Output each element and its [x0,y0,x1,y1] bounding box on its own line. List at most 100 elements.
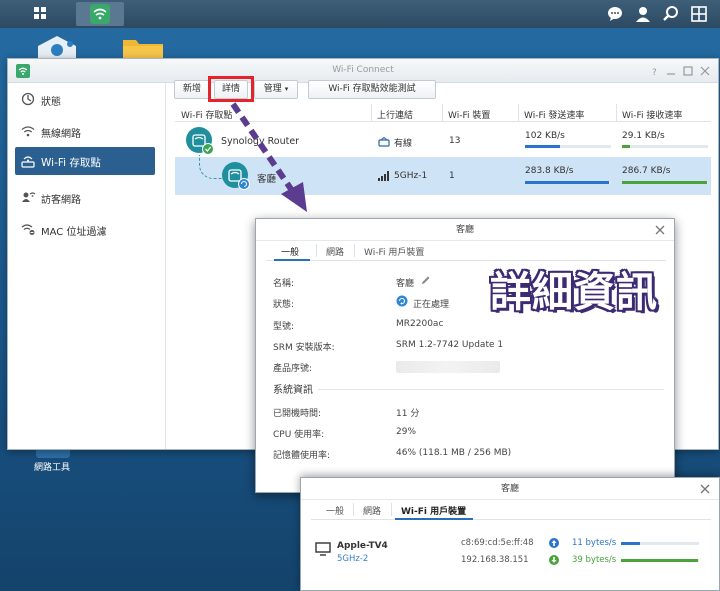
memory-usage-value: 46% (118.1 MB / 256 MB) [396,448,512,458]
uptime-value: 11 分 [396,409,420,419]
access-point-icon [21,156,35,168]
grid-icon [34,7,46,19]
sidebar-item-label: 訪客網路 [41,195,81,206]
device-mac: c8:69:cd:5e:ff:48 [461,538,534,548]
mac-filter-icon [21,224,35,235]
close-icon[interactable] [700,66,710,76]
processing-icon [396,295,408,307]
network-tools-label: 網路工具 [33,463,70,473]
details-highlight-box [208,76,254,102]
user-icon[interactable] [634,5,652,23]
memory-usage-label: 記憶體使用率: [273,451,331,461]
cpu-usage-value: 29% [396,427,417,437]
tab-divider [391,503,392,516]
download-arrow-icon [549,555,559,565]
tx-rate: 102 KB/s [525,131,565,141]
close-icon[interactable] [654,224,666,236]
upload-rate-bar [621,542,699,545]
sidebar-item-mac-filter[interactable]: MAC 位址過濾 [15,215,155,243]
maximize-icon[interactable] [683,66,693,76]
manage-dropdown[interactable]: 管理 ▾ [254,80,298,99]
tab-network[interactable]: 網路 [326,245,344,258]
help-icon[interactable]: ? [652,68,657,77]
sidebar-item-label: 狀態 [41,97,61,108]
column-header[interactable]: 上行連結 [377,108,413,121]
column-divider [518,104,519,122]
guest-network-icon [22,192,35,202]
uptime-label: 已開機時間: [273,409,322,419]
toolbar: 新增 詳情 管理 ▾ Wi-Fi 存取點效能測試 [174,80,714,102]
upload-rate: 11 bytes/s [572,538,617,548]
upload-arrow-icon [549,538,559,548]
speed-test-button[interactable]: Wi-Fi 存取點效能測試 [308,80,436,99]
name-label: 名稱: [273,279,295,289]
signal-strength-icon [378,171,389,181]
tx-rate-bar-fill [525,145,561,148]
column-header[interactable]: Wi-Fi 接收速率 [622,108,682,121]
main-menu-button[interactable] [16,2,64,26]
taskbar-wifi-connect-button[interactable] [76,2,124,26]
sidebar-item-wireless[interactable]: 無線網路 [15,117,155,145]
caret-down-icon: ▾ [284,85,289,93]
active-tab-underline [274,259,310,261]
uplink-value: 有線 [394,139,413,149]
tab-divider [316,244,317,257]
rx-rate-bar-fill [622,181,708,184]
network-center-desktop-icon[interactable] [34,34,80,60]
download-rate-bar-fill [621,559,699,562]
tab-general[interactable]: 一般 [326,504,344,517]
tx-rate: 283.8 KB/s [525,166,574,176]
sidebar-item-status[interactable]: 狀態 [15,85,155,113]
column-header[interactable]: Wi-Fi 裝置 [448,108,490,121]
status-icon [21,92,35,106]
tab-wifi-clients[interactable]: Wi-Fi 用戶裝置 [364,245,424,258]
serial-label: 產品序號: [273,364,313,374]
column-header[interactable]: Wi-Fi 發送速率 [524,108,584,121]
search-icon[interactable] [662,5,680,23]
wireless-icon [21,126,35,137]
details-annotation-text: 詳細資訊 [490,268,658,316]
system-info-title: 系統資訊 [273,385,313,396]
tab-general[interactable]: 一般 [281,245,299,258]
tx-rate-bar-fill [525,181,610,184]
rx-rate: 29.1 KB/s [622,131,665,141]
add-button[interactable]: 新增 [174,80,210,99]
status-label: 狀態: [273,300,295,310]
upload-rate-bar-fill [621,542,640,545]
srm-version-value: SRM 1.2-7742 Update 1 [396,340,504,350]
folder-desktop-icon[interactable] [120,34,166,60]
download-rate-bar [621,559,699,562]
section-divider [318,389,664,390]
cpu-usage-label: CPU 使用率: [273,430,325,440]
tv-icon [315,542,331,556]
annotation-arrow [230,102,307,212]
sidebar-item-guest-network[interactable]: 訪客網路 [15,183,155,211]
wired-icon [378,137,390,147]
model-value: MR2200ac [396,319,444,329]
device-count: 1 [449,171,455,181]
device-band: 5GHz-2 [337,554,369,564]
status-value: 正在處理 [413,300,450,310]
rx-rate-bar [622,145,708,148]
tab-network[interactable]: 網路 [363,504,381,517]
sidebar-item-access-point[interactable]: Wi-Fi 存取點 [15,147,155,175]
dialog-title: 客廳 [256,219,674,241]
name-value: 客廳 [396,279,415,289]
tab-divider [353,503,354,516]
svg-text:?: ? [652,68,657,77]
edit-pencil-icon[interactable] [420,275,431,286]
chat-icon[interactable] [606,5,624,23]
sidebar-item-label: 無線網路 [41,129,81,140]
tx-rate-bar [525,145,611,148]
widgets-icon[interactable] [690,5,708,23]
dialog-title: 客廳 [301,478,719,500]
column-divider [371,104,372,122]
wifi-app-icon [90,4,110,24]
router-icon [186,127,214,155]
clients-dialog: 客廳 一般 網路 Wi-Fi 用戶裝置 Apple-TV4 5GHz-2 c8:… [300,477,720,591]
close-icon[interactable] [699,483,711,495]
tab-wifi-clients[interactable]: Wi-Fi 用戶裝置 [401,504,466,517]
column-divider [616,104,617,122]
column-divider [442,104,443,122]
taskbar [0,0,720,28]
